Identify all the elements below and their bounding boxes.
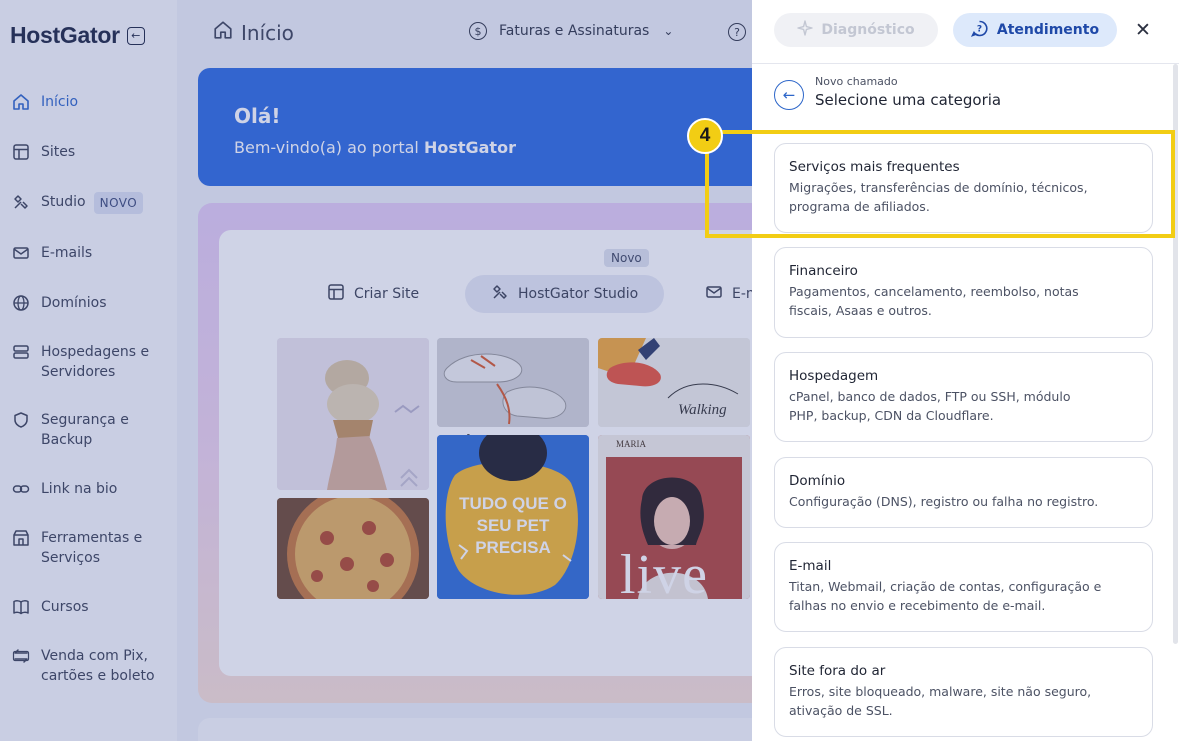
category-description: Erros, site bloqueado, malware, site não… [789,684,1092,718]
back-arrow-icon[interactable]: ← [774,80,804,110]
category-title: E-mail [789,558,832,574]
chat-help-icon: ? [970,20,988,41]
category-card-hospedagem[interactable]: Hospedagem cPanel, banco de dados, FTP o… [774,352,1153,442]
category-description: cPanel, banco de dados, FTP ou SSH, módu… [789,389,1071,423]
category-title: Domínio [789,473,846,489]
category-card-site-fora[interactable]: Site fora do ar Erros, site bloqueado, m… [774,647,1153,737]
category-title: Hospedagem [789,368,879,384]
tutorial-highlight [705,130,1175,238]
panel-title: Selecione uma categoria [815,91,1002,109]
step-number-badge: 4 [687,118,723,154]
category-description: Pagamentos, cancelamento, reembolso, not… [789,284,1079,318]
svg-text:?: ? [977,24,982,34]
modal-backdrop[interactable] [0,0,752,741]
diagnostic-button[interactable]: Diagnóstico [774,13,938,47]
panel-header: Diagnóstico ? Atendimento ✕ [752,0,1179,64]
close-icon[interactable]: ✕ [1131,18,1155,42]
category-card-financeiro[interactable]: Financeiro Pagamentos, cancelamento, ree… [774,247,1153,338]
category-description: Configuração (DNS), registro ou falha no… [789,494,1099,509]
category-card-email[interactable]: E-mail Titan, Webmail, criação de contas… [774,542,1153,632]
category-card-dominio[interactable]: Domínio Configuração (DNS), registro ou … [774,457,1153,528]
sparkle-icon [797,20,814,40]
support-panel: Diagnóstico ? Atendimento ✕ ← Novo chama… [752,0,1179,741]
category-description: Titan, Webmail, criação de contas, confi… [789,579,1102,613]
support-button[interactable]: ? Atendimento [953,13,1117,47]
category-title: Financeiro [789,263,858,279]
breadcrumb: Novo chamado [815,75,898,88]
category-title: Site fora do ar [789,663,886,679]
